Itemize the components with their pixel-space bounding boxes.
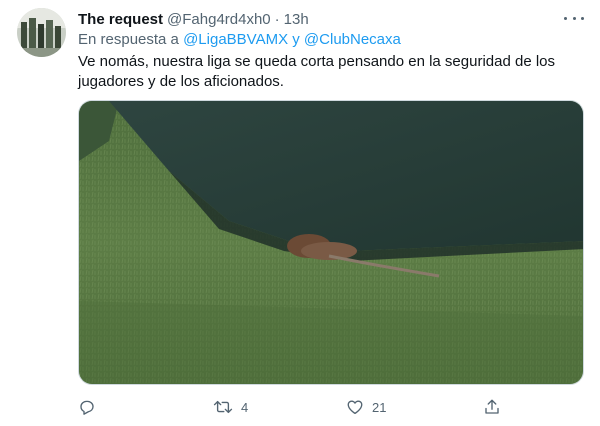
- tweet-text: Ve nomás, nuestra liga se queda corta pe…: [78, 53, 555, 90]
- replying-to: En respuesta a @LigaBBVAMX y @ClubNecaxa: [78, 31, 401, 48]
- display-name[interactable]: The request: [78, 11, 163, 28]
- action-bar: 4 21: [78, 396, 508, 418]
- mention-liga-bbva[interactable]: @LigaBBVAMX: [183, 31, 288, 48]
- mention-club-necaxa[interactable]: @ClubNecaxa: [304, 31, 401, 48]
- timestamp[interactable]: 13h: [284, 11, 309, 28]
- replying-conjunction: y: [292, 31, 300, 48]
- reply-icon[interactable]: [78, 398, 96, 416]
- more-options-icon[interactable]: [564, 10, 584, 26]
- tweet-media[interactable]: [78, 100, 584, 385]
- share-button[interactable]: [483, 396, 501, 418]
- heart-icon[interactable]: [346, 398, 364, 416]
- tweet-header: The request @Fahg4rd4xh0 · 13h: [78, 9, 309, 29]
- separator-dot: ·: [274, 10, 280, 28]
- user-handle[interactable]: @Fahg4rd4xh0: [167, 11, 271, 28]
- retweet-button[interactable]: 4: [213, 396, 248, 418]
- share-icon[interactable]: [483, 398, 501, 416]
- replying-prefix: En respuesta a: [78, 31, 179, 48]
- tweet[interactable]: The request @Fahg4rd4xh0 · 13h En respue…: [0, 0, 600, 426]
- avatar[interactable]: [17, 8, 66, 57]
- like-button[interactable]: 21: [346, 396, 386, 418]
- retweet-icon[interactable]: [213, 398, 233, 416]
- retweet-count: 4: [241, 399, 249, 415]
- reply-button[interactable]: [78, 396, 96, 418]
- like-count: 21: [372, 399, 387, 415]
